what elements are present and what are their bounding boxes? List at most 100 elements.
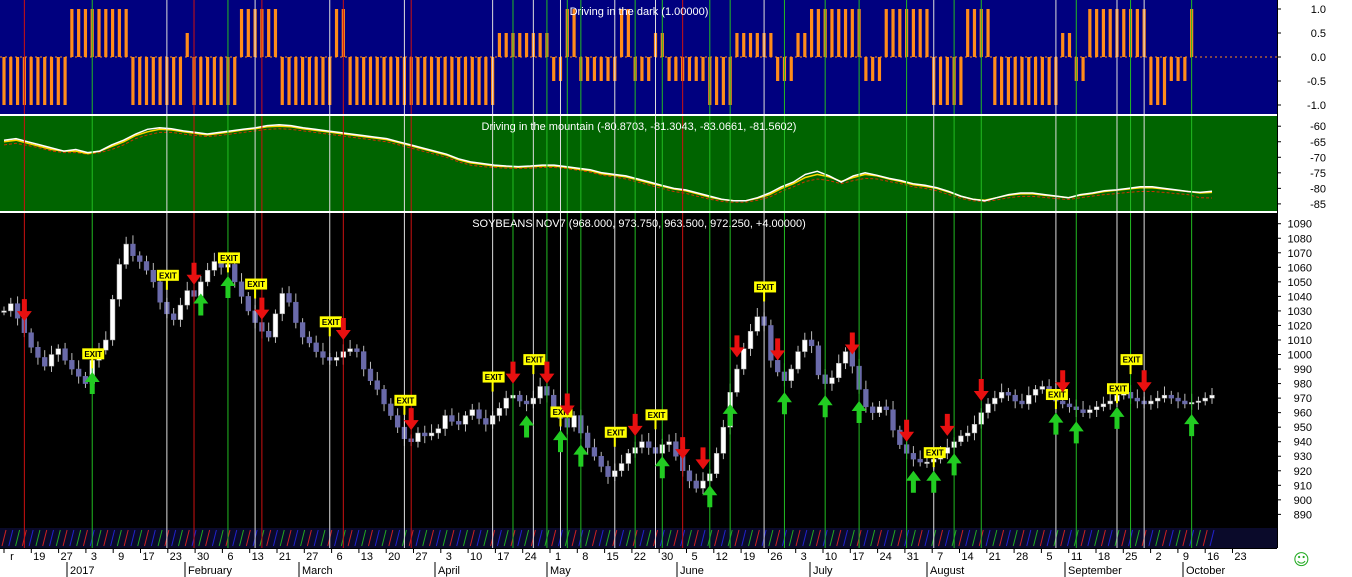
oscillator-bar — [368, 57, 373, 105]
oscillator-bar — [735, 33, 739, 57]
oscillator-bar — [348, 57, 352, 105]
oscillator-bar — [911, 9, 915, 57]
oscillator-bar — [938, 57, 943, 105]
exit-label: EXIT — [525, 356, 543, 365]
price-candle — [1195, 400, 1202, 403]
oscillator-bar — [1149, 57, 1153, 105]
price-candle — [116, 264, 123, 300]
price-candle — [422, 432, 428, 437]
price-candle — [320, 351, 326, 358]
price-candle — [1039, 386, 1045, 390]
oscillator-bar — [721, 57, 725, 105]
date-tick-label: 6 — [337, 551, 343, 563]
oscillator-bar — [36, 57, 40, 105]
price-ytick-label: 890 — [1294, 509, 1312, 521]
price-candle — [890, 409, 896, 431]
price-candle — [802, 339, 808, 352]
date-tick-label: 7 — [937, 551, 943, 563]
oscillator-bar — [2, 57, 6, 105]
price-candle — [1066, 403, 1073, 408]
price-candle — [55, 348, 61, 355]
oscillator-bar — [158, 57, 162, 105]
price-candle — [965, 432, 971, 437]
oscillator-bar — [891, 9, 895, 57]
oscillator-bar — [959, 57, 963, 105]
exit-label: EXIT — [1048, 391, 1066, 400]
exit-label: EXIT — [756, 283, 774, 292]
oscillator-bar — [110, 9, 115, 57]
oscillator-bar — [233, 57, 237, 105]
price-candle — [388, 403, 394, 416]
dark-ytick-label: -1.0 — [1307, 100, 1326, 112]
oscillator-bar — [219, 57, 223, 105]
price-candle — [992, 397, 998, 405]
oscillator-bar — [647, 57, 651, 81]
oscillator-bar — [918, 9, 922, 57]
date-tick-label: 19 — [33, 551, 45, 563]
oscillator-bar — [389, 57, 393, 105]
oscillator-bar — [524, 33, 529, 57]
oscillator-bar — [1162, 57, 1167, 105]
date-tick-label: 23 — [170, 551, 182, 563]
date-tick-label: 21 — [279, 551, 291, 563]
price-candle — [958, 435, 964, 442]
oscillator-bar — [1101, 9, 1106, 57]
mountain-ytick-label: -85 — [1310, 199, 1326, 211]
oscillator-bar — [945, 57, 949, 105]
month-label: March — [302, 565, 333, 577]
oscillator-bar — [552, 57, 556, 81]
oscillator-bar — [1013, 57, 1017, 105]
date-tick-label: 15 — [606, 551, 618, 563]
oscillator-bar — [56, 57, 60, 105]
price-candle — [109, 299, 116, 341]
price-candle — [998, 392, 1005, 399]
exit-label: EXIT — [1109, 385, 1127, 394]
price-ytick-label: 930 — [1294, 451, 1312, 463]
oscillator-bar — [1108, 9, 1112, 57]
oscillator-bar — [586, 57, 590, 81]
price-candle — [374, 380, 380, 390]
oscillator-bar — [450, 57, 454, 105]
price-candle — [381, 389, 387, 405]
oscillator-bar — [986, 9, 990, 57]
price-candle — [808, 339, 815, 347]
oscillator-bar — [280, 57, 284, 105]
month-label: June — [680, 565, 704, 577]
price-candle — [442, 415, 448, 429]
oscillator-bar — [307, 57, 311, 105]
oscillator-bar — [701, 57, 705, 81]
date-tick-label: 13 — [252, 551, 264, 563]
month-label: September — [1068, 565, 1122, 577]
oscillator-bar — [144, 57, 149, 105]
date-tick-label: 20 — [388, 551, 400, 563]
date-tick-label: 13 — [361, 551, 373, 563]
exit-label: EXIT — [1123, 356, 1141, 365]
price-candle — [666, 441, 672, 445]
mountain-ytick-label: -70 — [1310, 152, 1326, 164]
oscillator-bar — [1081, 57, 1085, 81]
price-candle — [313, 342, 319, 352]
oscillator-bar — [172, 57, 176, 105]
oscillator-bar — [674, 57, 678, 81]
price-ytick-label: 910 — [1294, 480, 1312, 492]
price-candle — [293, 301, 299, 323]
oscillator-bar — [742, 33, 746, 57]
oscillator-bar — [83, 9, 88, 57]
price-candle — [69, 360, 75, 370]
oscillator-bar — [484, 57, 488, 105]
price-candle — [299, 322, 306, 338]
price-candle — [503, 397, 509, 409]
date-tick-label: 8 — [582, 551, 588, 563]
oscillator-bar — [396, 57, 400, 105]
price-candle — [1182, 400, 1188, 405]
price-ytick-label: 940 — [1294, 437, 1312, 449]
oscillator-bar — [138, 57, 142, 105]
oscillator-bar — [714, 57, 719, 105]
oscillator-bar — [809, 9, 814, 57]
oscillator-bar — [97, 9, 101, 57]
oscillator-bar — [29, 57, 33, 105]
price-candle — [130, 243, 136, 256]
price-ytick-label: 950 — [1294, 422, 1312, 434]
oscillator-bar — [518, 33, 522, 57]
oscillator-bar — [416, 57, 420, 105]
